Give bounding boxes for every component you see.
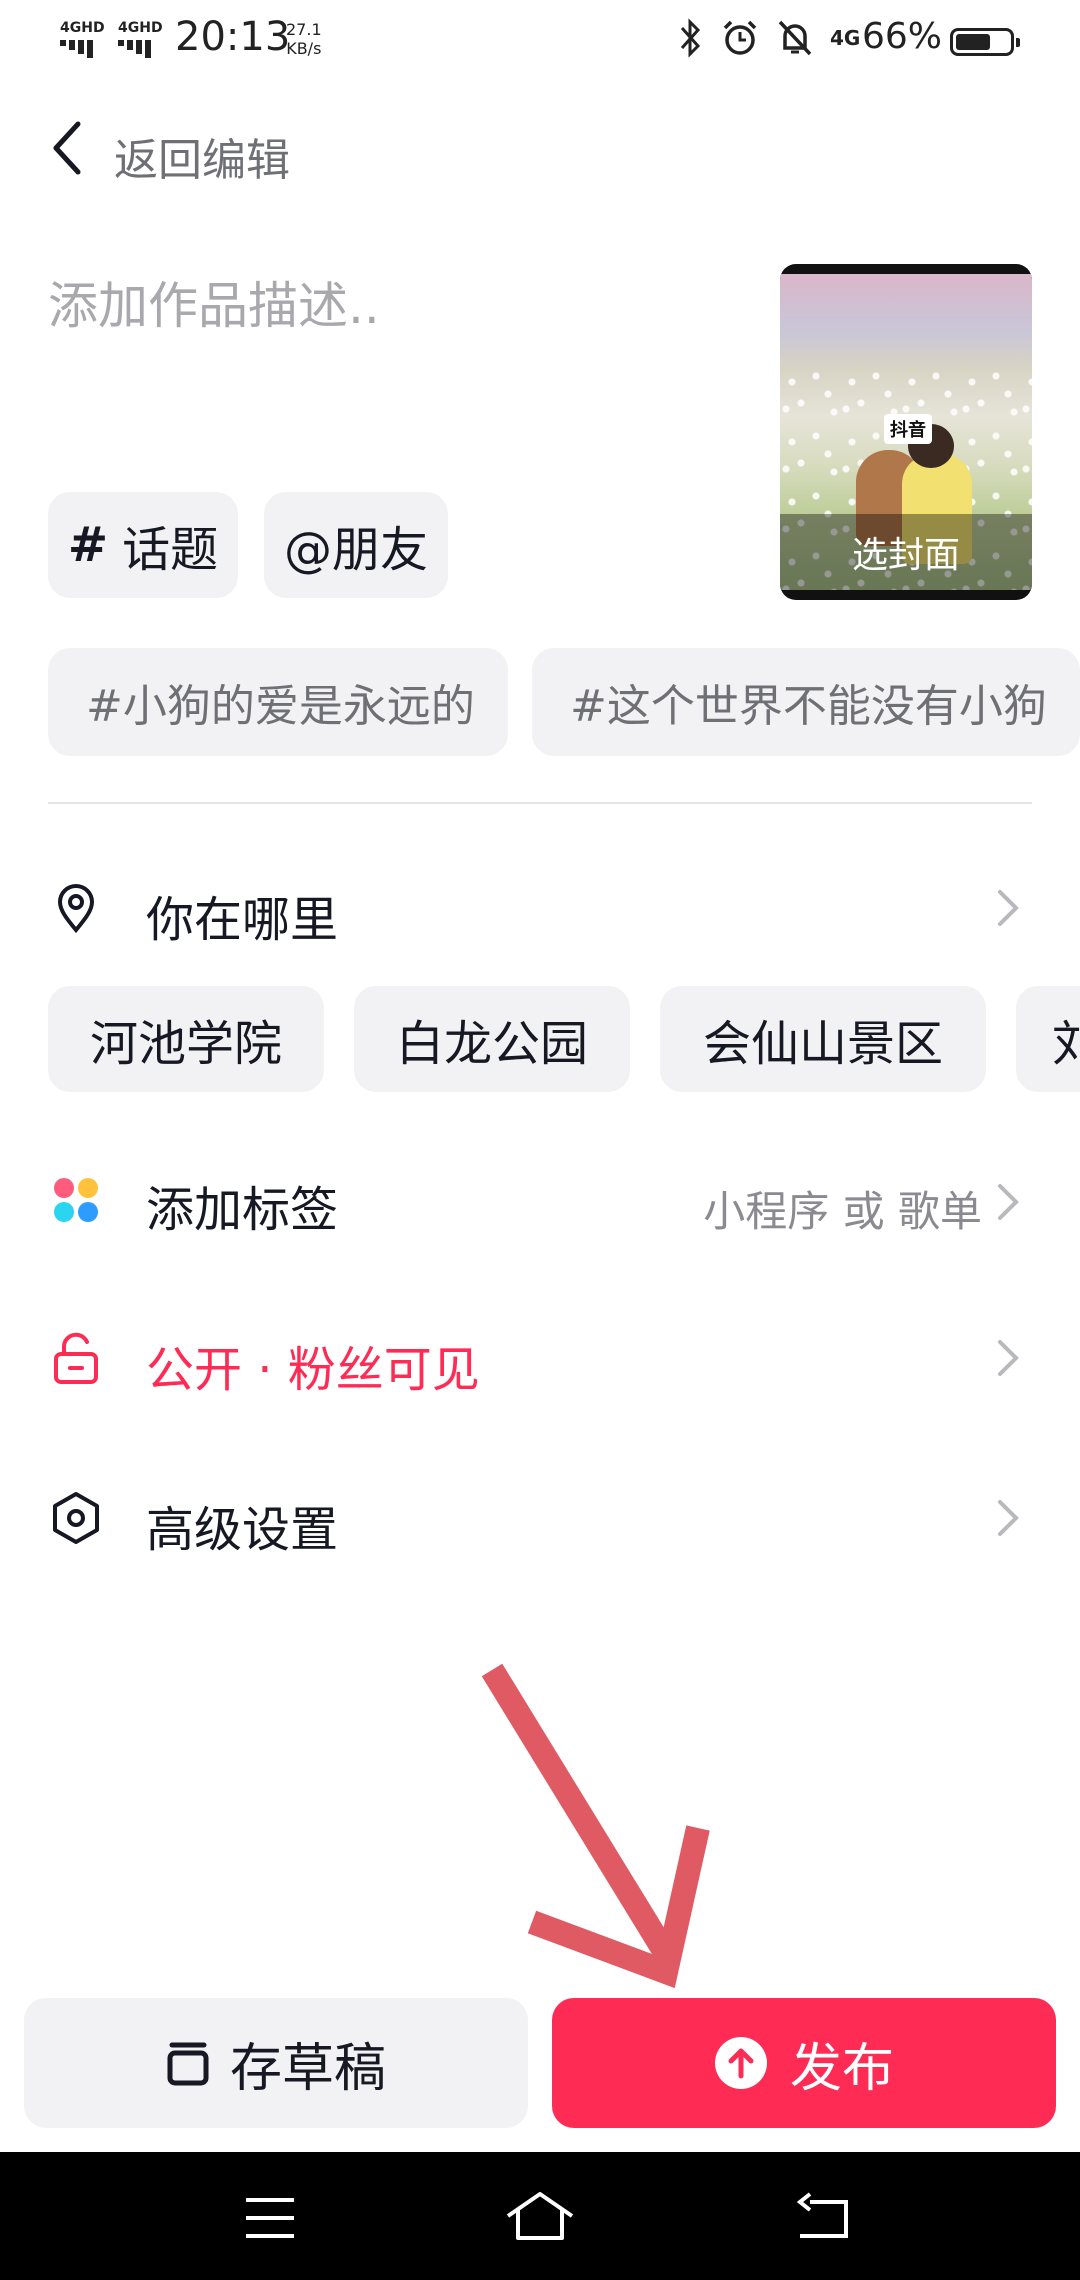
network-type-icon: 4G: [830, 26, 861, 50]
publish-label: 发布: [789, 2038, 894, 2099]
location-suggestion[interactable]: 河池学院: [48, 986, 324, 1092]
cover-watermark: 抖音: [884, 414, 932, 444]
alarm-icon: [723, 20, 757, 55]
settings-hexagon-icon: [53, 1492, 99, 1544]
add-topic-button[interactable]: # 话题: [48, 492, 238, 598]
network-speed: 27.1 KB/s: [286, 20, 322, 58]
advanced-settings-label[interactable]: 高级设置: [146, 1490, 338, 1560]
home-icon[interactable]: [504, 2190, 576, 2242]
back-to-edit-link[interactable]: 返回编辑: [114, 124, 290, 188]
signal-label: 4GHD: [60, 20, 105, 36]
location-pin-icon: [57, 884, 95, 934]
mention-friend-button[interactable]: @朋友: [264, 492, 448, 598]
battery-icon: [950, 28, 1020, 56]
status-icons: 4G: [676, 18, 860, 58]
bluetooth-icon: [680, 18, 701, 58]
annotation-arrow-icon: [481, 1663, 710, 1989]
topic-label: 话题: [122, 522, 219, 578]
back-nav-icon[interactable]: [796, 2192, 852, 2240]
divider: [48, 802, 1032, 804]
chevron-right-icon[interactable]: [996, 888, 1020, 928]
status-bar: 4GHD 4GHD 20:13 27.1 KB/s 4G 66%: [0, 0, 1080, 80]
tags-dots-icon: [54, 1178, 98, 1222]
battery-fill: [956, 34, 990, 50]
select-cover-label: 选封面: [851, 535, 960, 576]
system-nav-bar: [0, 2152, 1080, 2280]
unlock-icon: [54, 1332, 98, 1384]
signal-strength-2: 4GHD: [118, 20, 163, 58]
draft-box-icon: [167, 2042, 209, 2086]
location-suggestion[interactable]: 白龙公园: [354, 986, 630, 1092]
hashtag-icon: #: [67, 517, 109, 573]
location-suggestion[interactable]: 刘: [1016, 986, 1080, 1092]
save-draft-label: 存草稿: [229, 2038, 386, 2099]
upload-icon: [714, 2037, 767, 2089]
signal-strength-1: 4GHD: [60, 20, 105, 58]
cover-selector[interactable]: 抖音 选封面: [780, 264, 1032, 600]
back-icon[interactable]: [48, 118, 88, 178]
save-draft-button[interactable]: 存草稿: [24, 1998, 528, 2128]
location-label[interactable]: 你在哪里: [146, 880, 338, 950]
battery-percent: 66%: [862, 16, 943, 57]
chevron-right-icon[interactable]: [996, 1498, 1020, 1538]
menu-icon[interactable]: [244, 2196, 296, 2240]
speed-unit: KB/s: [286, 39, 322, 58]
visibility-setting[interactable]: 公开 · 粉丝可见: [146, 1330, 480, 1400]
add-tag-hint: 小程序 或 歌单: [703, 1187, 982, 1236]
mute-bell-icon: [778, 20, 812, 56]
suggested-tag[interactable]: #这个世界不能没有小狗: [532, 648, 1080, 756]
description-input[interactable]: 添加作品描述..: [48, 266, 380, 338]
publish-button[interactable]: 发布: [552, 1998, 1056, 2128]
add-tag-label[interactable]: 添加标签: [146, 1170, 338, 1240]
chevron-right-icon[interactable]: [996, 1182, 1020, 1222]
suggested-tag[interactable]: #小狗的爱是永远的: [48, 648, 508, 756]
location-suggestion[interactable]: 会仙山景区: [660, 986, 986, 1092]
signal-label: 4GHD: [118, 20, 163, 36]
chevron-right-icon[interactable]: [996, 1338, 1020, 1378]
clock: 20:13: [175, 14, 291, 60]
speed-value: 27.1: [286, 20, 322, 39]
